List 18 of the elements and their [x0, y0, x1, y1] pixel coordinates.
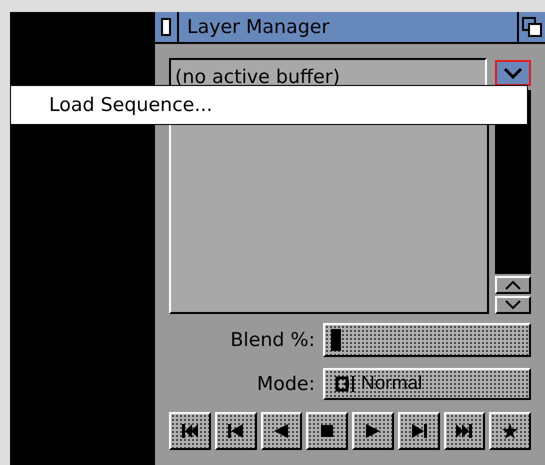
- chevron-up-icon: [504, 280, 522, 290]
- zoom-gadget[interactable]: [517, 12, 545, 42]
- menu-item[interactable]: Load Sequence...: [49, 94, 212, 116]
- chevron-down-icon: [503, 67, 523, 79]
- window-title: Layer Manager: [186, 15, 330, 40]
- mode-label: Mode:: [256, 373, 316, 395]
- rectangle-icon: [161, 18, 171, 36]
- chevron-down-icon: [504, 300, 522, 310]
- cycle-icon: [333, 374, 355, 394]
- overlapping-squares-icon: [522, 17, 542, 37]
- buffer-field[interactable]: (no active buffer): [169, 58, 487, 88]
- blend-label: Blend %:: [229, 329, 316, 351]
- first-icon: [180, 421, 200, 441]
- scroll-down-button[interactable]: [495, 296, 531, 314]
- prev-icon: [226, 421, 246, 441]
- last-icon: [454, 421, 474, 441]
- scroll-up-button[interactable]: [495, 276, 531, 294]
- dropdown-button[interactable]: [495, 60, 531, 86]
